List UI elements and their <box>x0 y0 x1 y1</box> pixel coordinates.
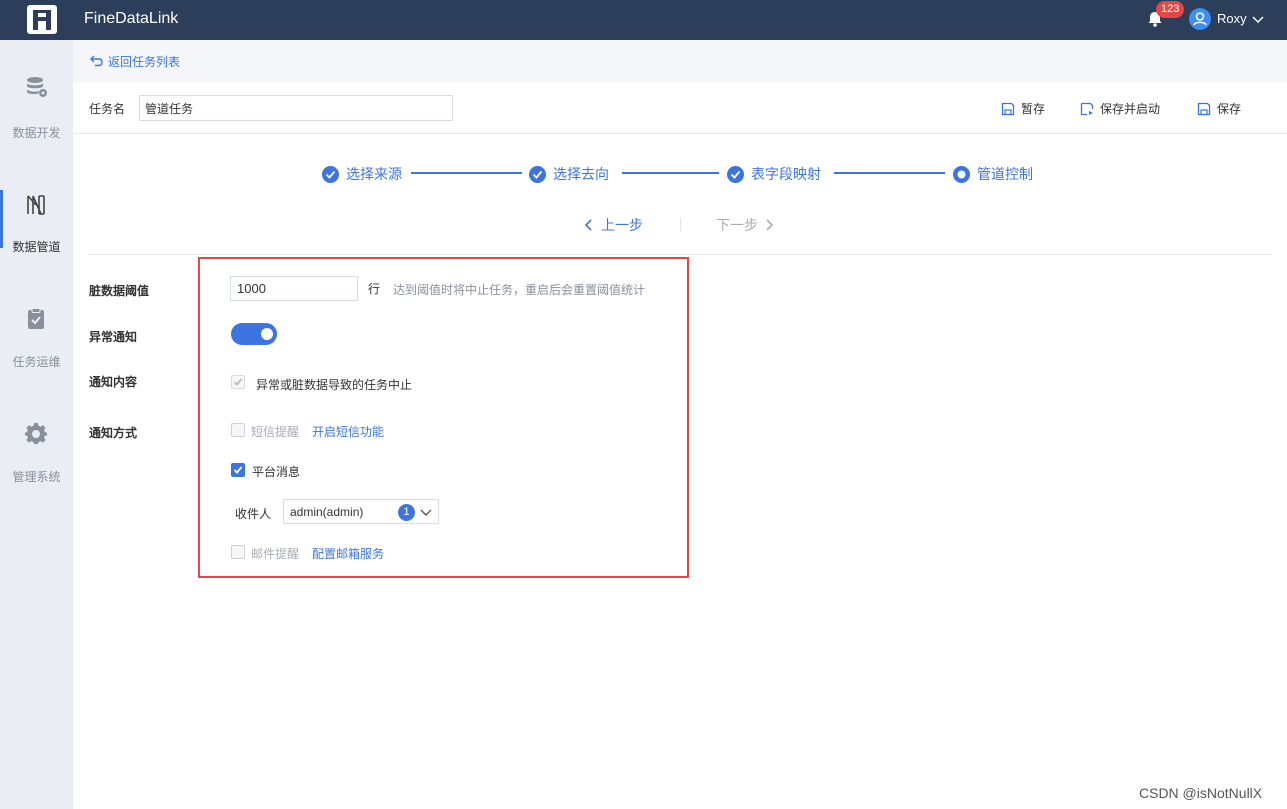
watermark: CSDN @isNotNullX <box>1139 785 1263 801</box>
sidebar-item-data-development[interactable]: 数据开发 <box>0 75 73 165</box>
task-name-input[interactable] <box>139 95 453 121</box>
sidebar: 数据开发 数据管道 任务运维 管理系统 <box>0 40 73 809</box>
check-circle-icon <box>322 165 339 183</box>
sidebar-item-label: 数据管道 <box>12 240 61 254</box>
save-button[interactable]: 保存 <box>1197 100 1241 117</box>
step-label: 管道控制 <box>977 167 1033 183</box>
step-pipeline-control: 管道控制 <box>953 164 1033 184</box>
nav-separator <box>680 218 681 232</box>
back-arrow-icon <box>90 55 103 67</box>
step-connector <box>411 172 522 174</box>
step-field-mapping: 表字段映射 <box>727 164 821 184</box>
sidebar-item-label: 任务运维 <box>12 355 61 369</box>
top-bar: FineDataLink 123 Roxy <box>0 0 1287 40</box>
step-select-source: 选择来源 <box>322 164 402 184</box>
back-to-task-list-link[interactable]: 返回任务列表 <box>90 53 180 70</box>
current-step-icon <box>953 165 970 183</box>
task-name-row: 任务名 暂存 保存并启动 保存 <box>73 82 1287 134</box>
user-avatar[interactable] <box>1189 8 1211 30</box>
previous-step-button[interactable]: 上一步 <box>583 215 643 235</box>
save-icon <box>1001 102 1015 115</box>
chevron-right-icon <box>766 219 774 231</box>
section-divider <box>88 254 1272 255</box>
database-icon <box>27 77 47 97</box>
task-name-label: 任务名 <box>89 102 126 116</box>
breadcrumb: 返回任务列表 <box>73 40 1287 82</box>
draft-button[interactable]: 暂存 <box>1001 100 1045 117</box>
step-label: 选择去向 <box>553 167 609 183</box>
save-and-start-label: 保存并启动 <box>1100 102 1161 116</box>
notification-count-badge: 123 <box>1156 1 1185 18</box>
save-button-label: 保存 <box>1217 102 1242 116</box>
pipeline-icon <box>27 195 45 215</box>
app-title: FineDataLink <box>84 10 179 27</box>
step-connector <box>834 172 945 174</box>
user-icon <box>1193 12 1207 26</box>
save-and-start-button[interactable]: 保存并启动 <box>1080 100 1160 117</box>
app-logo-icon[interactable] <box>27 5 57 34</box>
content-label: 通知内容 <box>89 375 138 389</box>
method-label: 通知方式 <box>89 426 138 440</box>
user-name[interactable]: Roxy <box>1217 11 1247 26</box>
sidebar-item-label: 数据开发 <box>12 126 61 140</box>
next-step-label: 下一步 <box>716 218 758 234</box>
step-connector <box>622 172 719 174</box>
back-link-label: 返回任务列表 <box>108 55 181 69</box>
threshold-label: 脏数据阈值 <box>89 284 150 298</box>
save-start-icon <box>1080 102 1094 115</box>
sidebar-item-admin-system[interactable]: 管理系统 <box>0 422 73 512</box>
highlight-annotation-box <box>198 257 689 578</box>
save-icon <box>1197 102 1211 115</box>
gear-icon <box>24 422 47 445</box>
next-step-button[interactable]: 下一步 <box>716 215 775 235</box>
chevron-down-icon[interactable] <box>1251 12 1265 26</box>
draft-button-label: 暂存 <box>1021 102 1046 116</box>
previous-step-label: 上一步 <box>601 218 643 234</box>
chevron-left-icon <box>584 219 592 231</box>
sidebar-item-data-pipeline[interactable]: 数据管道 <box>0 190 73 280</box>
check-circle-icon <box>529 165 546 183</box>
step-select-destination: 选择去向 <box>529 164 609 184</box>
alert-label: 异常通知 <box>89 330 138 344</box>
clipboard-check-icon <box>28 308 44 329</box>
sidebar-item-label: 管理系统 <box>12 470 61 484</box>
check-circle-icon <box>727 165 744 183</box>
step-label: 表字段映射 <box>751 167 821 183</box>
step-label: 选择来源 <box>346 167 402 183</box>
sidebar-item-task-ops[interactable]: 任务运维 <box>0 307 73 397</box>
step-progress: 选择来源 选择去向 表字段映射 管道控制 <box>0 160 1287 190</box>
